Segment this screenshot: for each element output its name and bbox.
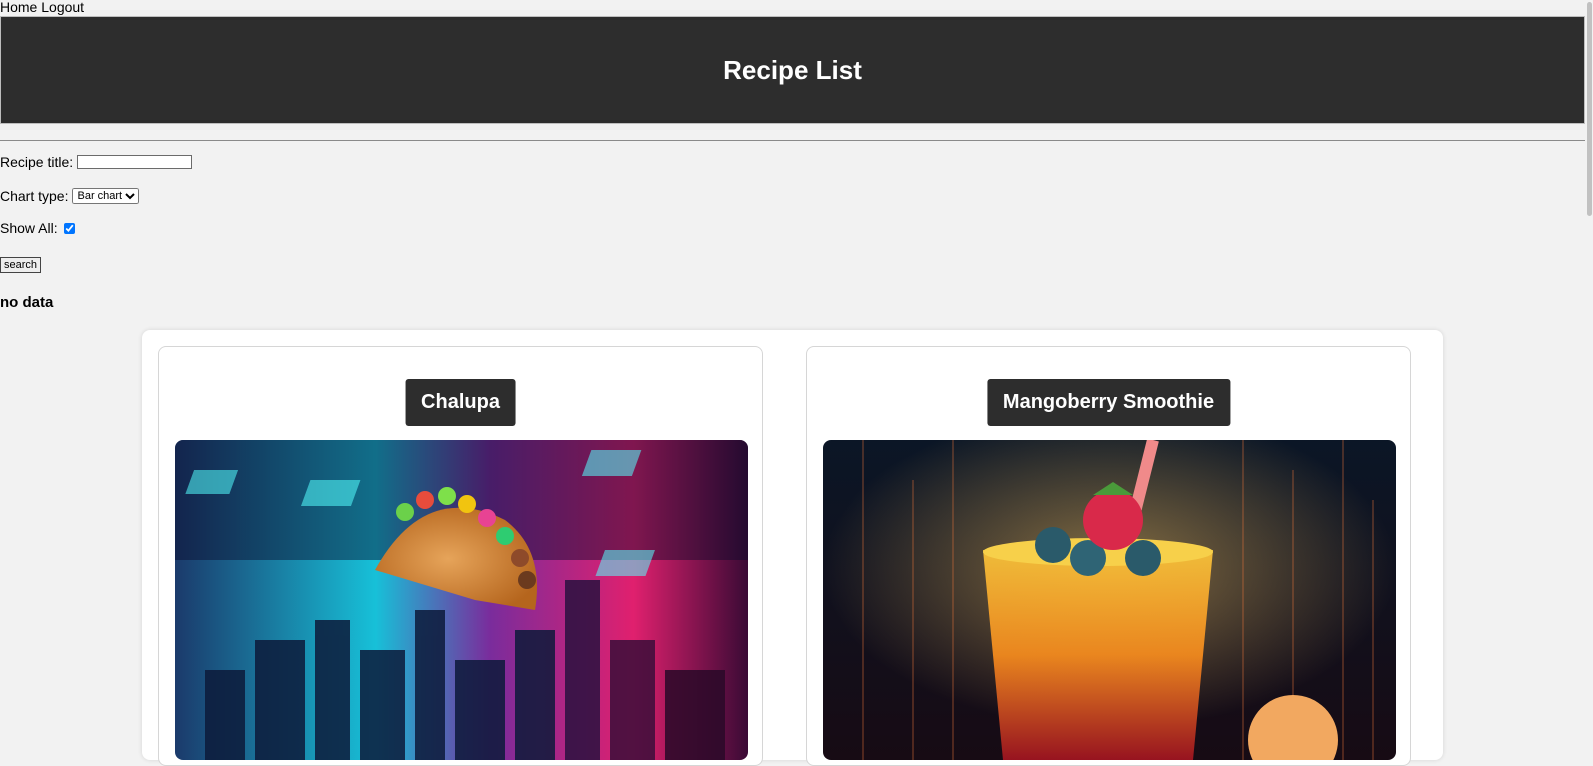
recipe-title-label: Recipe title: — [0, 154, 74, 170]
recipe-panel: Chalupa Mangoberry Smoothie — [142, 330, 1443, 766]
chart-type-label: Chart type: — [0, 188, 69, 204]
divider — [0, 140, 1585, 141]
search-button[interactable]: search — [0, 257, 42, 273]
recipe-title-input[interactable] — [77, 155, 193, 169]
page-title: Recipe List — [723, 54, 862, 85]
chart-type-select[interactable]: Bar chart — [72, 188, 140, 204]
home-link[interactable]: Home — [0, 0, 37, 15]
logout-link[interactable]: Logout — [41, 0, 84, 15]
chart-type-row: Chart type: Bar chart — [0, 188, 140, 204]
scrollbar[interactable] — [1586, 0, 1593, 742]
recipe-card[interactable]: Chalupa — [158, 346, 763, 766]
recipe-card-title[interactable]: Mangoberry Smoothie — [986, 379, 1231, 426]
smoothie-neon-image[interactable] — [823, 440, 1396, 760]
show-all-row: Show All: — [0, 220, 75, 236]
show-all-label: Show All: — [0, 220, 58, 236]
page-header: Recipe List — [0, 16, 1585, 124]
top-nav: Home Logout — [0, 0, 84, 14]
scrollbar-thumb[interactable] — [1587, 2, 1592, 216]
recipe-card-title[interactable]: Chalupa — [405, 379, 516, 426]
recipe-card[interactable]: Mangoberry Smoothie — [806, 346, 1411, 766]
show-all-checkbox[interactable] — [63, 222, 75, 234]
taco-cyberpunk-city-image[interactable] — [175, 440, 748, 760]
status-message: no data — [0, 294, 54, 311]
recipe-title-row: Recipe title: — [0, 154, 193, 170]
